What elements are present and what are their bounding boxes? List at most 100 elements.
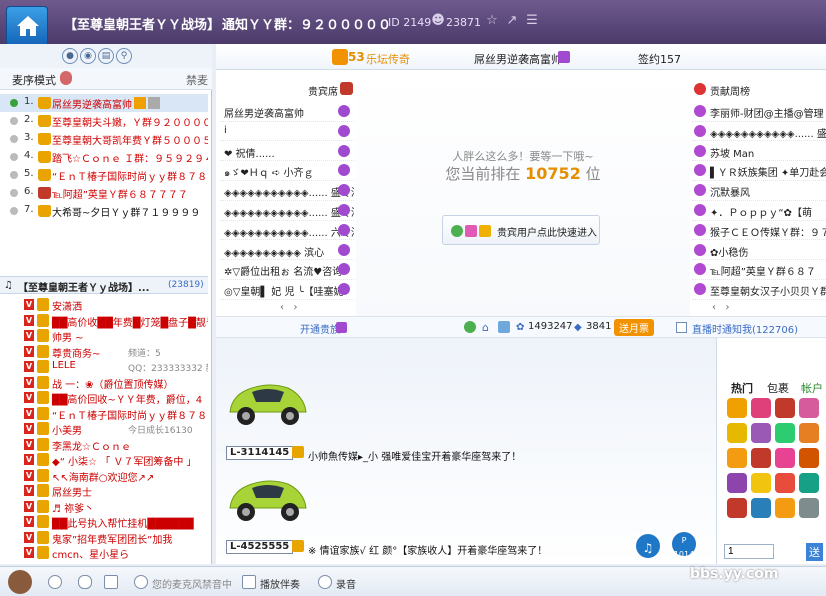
channel-header[interactable]: ♫ 【至尊皇朝王者Ｙｙ战场】... (23819) [0,276,208,294]
contributor-row[interactable]: 沉默暴风 [692,181,826,201]
gift-item[interactable] [799,448,819,468]
gift-item[interactable] [799,398,819,418]
contributor-row[interactable]: 猴子ＣＥＯ传媒Ｙ群：９７ [692,221,826,241]
tab-hot[interactable]: 热门 [731,380,753,396]
home-button[interactable] [6,6,48,46]
send-gift-button[interactable]: 送 [806,543,823,561]
gift-item[interactable] [775,448,795,468]
equalizer-icon[interactable] [104,575,118,589]
more-icon[interactable]: ☰ [524,13,540,29]
contributor-row[interactable]: 苏坡 Man [692,142,826,162]
contributor-row[interactable]: 至尊皇朝女汉子小贝贝Ｙ群 [692,280,826,300]
user-tag[interactable]: L-3114145 [226,446,294,460]
guest-seat[interactable]: ◈◈◈◈◈◈◈◈◈◈◈...... 盛专治 [220,181,354,201]
gift-item[interactable] [727,448,747,468]
contrib-pager[interactable]: ‹ › [712,302,730,313]
speaker-icon[interactable] [48,575,62,589]
contributor-name: ✦．Ｐｏｐｐｙ“✿【萌 [710,208,812,219]
contributor-icon [694,105,706,117]
accompaniment-label[interactable]: 播放伴奏 [260,576,300,591]
gift-item[interactable] [799,423,819,443]
contributor-row[interactable]: ✦．Ｐｏｐｐｙ“✿【萌 [692,201,826,221]
contributor-row[interactable]: ◈◈◈◈◈◈◈◈◈◈◈...... 盛专治 [692,122,826,142]
send-ticket-button[interactable]: 送月票 [614,319,654,336]
location-icon[interactable]: ◉ [80,48,96,64]
guest-seat[interactable]: i [220,122,354,142]
open-vip-link[interactable]: 开通贵族 [300,321,340,336]
sign-label[interactable]: 签约157 [638,51,681,67]
guest-seat[interactable]: ◈◈◈◈◈◈◈◈◈◈ 滨心 [220,241,354,261]
guest-seat[interactable]: ◈◈◈◈◈◈◈◈◈◈◈...... 六专治 [220,221,354,241]
favorite-star-icon[interactable]: ☆ [484,13,500,29]
gift-item[interactable] [775,398,795,418]
host-name[interactable]: 屌丝男逆袭高富帅 [474,51,562,67]
contributor-row[interactable]: ▌ＹＲ妖族集团 ✦单刀赴会 [692,161,826,181]
contributor-row[interactable]: 李丽师-财团@主播@管理 [692,102,826,122]
home-icon[interactable]: ⌂ [482,321,489,334]
guest-seat[interactable]: ❤ 祝倩...... [220,142,354,162]
gift-item[interactable] [727,473,747,493]
gift-item[interactable] [799,473,819,493]
guest-seat[interactable]: ✲▽爵位出租ぉ 名流♥咨询 [220,260,354,280]
accompaniment-icon[interactable] [242,575,256,589]
queue-item[interactable]: 1. 屌丝男逆袭高富帅 [0,94,208,112]
vip-badge-icon: V [24,345,34,357]
mic-muted-icon[interactable] [134,575,148,589]
record-icon[interactable] [318,575,332,589]
forbid-mic-label[interactable]: 禁麦 [186,72,208,88]
notify-live-label[interactable]: 直播时通知我(122706) [692,321,798,336]
message-count-button[interactable]: P 1014 [670,530,698,559]
vip-badge-icon: V [24,531,34,543]
queue-item[interactable]: 4. 踏飞☆Ｃｏｎｅ Ｉ群：９５９２９４ [0,148,208,166]
people-icon[interactable]: ● [62,48,78,64]
queue-item[interactable]: 7. 大希哥~夕日Ｙｙ群７１９９９９ [0,202,208,220]
gift-item[interactable] [751,448,771,468]
contributor-row[interactable]: ✿小稳伤 [692,241,826,261]
guest-seat[interactable]: 屌丝男逆袭高富帅 [220,102,354,122]
guest-pager[interactable]: ‹ › [280,302,298,313]
member-item[interactable]: Vcmcn、星小星ら [0,544,208,562]
gift-item[interactable] [727,398,747,418]
rank-label[interactable]: 乐坛传奇 [366,51,410,67]
record-label[interactable]: 录音 [336,576,356,591]
people-icon[interactable] [498,321,510,333]
guest-seat[interactable]: ◎▽皇朝▌ 妃 児 ╰【哇塞妮 [220,280,354,300]
guest-seat[interactable]: ◈◈◈◈◈◈◈◈◈◈◈...... 盛专治 [220,201,354,221]
bell-button[interactable]: ♫ [634,532,662,560]
gift-item[interactable] [775,473,795,493]
tab-account[interactable]: 帐户 [801,380,823,396]
vip-badge-icon: V [24,376,34,388]
queue-item[interactable]: 3. 至尊皇朝大哥凯年费Ｙ群５０００５ [0,130,208,148]
contributor-row[interactable]: ℡阿超”英皇Ｙ群６８７ [692,260,826,280]
gift-item[interactable] [727,498,747,518]
gift-item[interactable] [775,498,795,518]
rank-icon [292,540,304,552]
notify-checkbox[interactable] [676,322,687,333]
mic-status-icon[interactable] [464,321,476,333]
document-icon[interactable]: ▤ [98,48,114,64]
avatar[interactable] [8,570,32,594]
share-icon[interactable]: ↗ [504,13,520,29]
gift-item[interactable] [775,423,795,443]
gift-item[interactable] [751,423,771,443]
gift-item[interactable] [727,423,747,443]
gift-item[interactable] [799,498,819,518]
vip-badge-icon: V [24,547,34,558]
queue-item[interactable]: 6. ℡阿超”英皇Ｙ群６８７７７７ [0,184,208,202]
search-icon[interactable]: ⚲ [116,48,132,64]
tab-package[interactable]: 包裹 [767,380,789,396]
queue-item[interactable]: 5. “ＥｎＴ椿子国际时尚ｙｙ群８７８ [0,166,208,184]
queue-item[interactable]: 2. 至尊皇朝夫斗嫩，Ｙ群９２００００ [0,112,208,130]
gift-count-input[interactable] [724,544,774,559]
guest-seat[interactable]: ๑ゞ❤Ｈｑ ➪ 小齐ｇ [220,161,354,181]
rank-icon [37,391,49,404]
gift-item[interactable] [751,473,771,493]
contributor-icon [694,124,706,137]
vip-enter-button[interactable]: 贵宾用户点此快速进入 [442,215,600,245]
mic-icon[interactable] [78,575,92,589]
user-tag[interactable]: L-4525555 [226,540,294,554]
s-badge-icon [336,322,347,333]
gift-item[interactable] [751,398,771,418]
mic-mode-label[interactable]: 麦序模式 [12,72,56,88]
gift-item[interactable] [751,498,771,518]
